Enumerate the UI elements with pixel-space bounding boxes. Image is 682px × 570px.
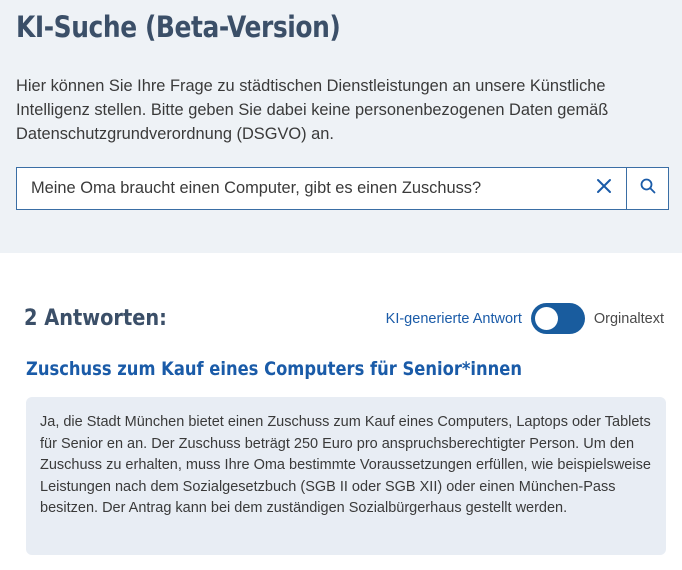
answers-count-heading: 2 Antworten: bbox=[24, 306, 167, 331]
close-icon bbox=[596, 178, 612, 199]
clear-search-button[interactable] bbox=[582, 168, 626, 209]
result-title[interactable]: Zuschuss zum Kauf eines Computers für Se… bbox=[26, 358, 522, 380]
page-title: KI-Suche (Beta-Version) bbox=[16, 10, 341, 44]
answer-mode-toggle-group: KI-generierte Antwort Orginaltext bbox=[386, 303, 664, 334]
toggle-label-ai[interactable]: KI-generierte Antwort bbox=[386, 311, 522, 327]
search-button[interactable] bbox=[626, 168, 668, 209]
intro-text: Hier können Sie Ihre Frage zu städtische… bbox=[16, 77, 609, 143]
result-answer-box: Ja, die Stadt München bietet einen Zusch… bbox=[26, 397, 666, 555]
search-icon bbox=[640, 178, 656, 199]
search-section: KI-Suche (Beta-Version) Hier können Sie … bbox=[0, 0, 682, 253]
search-bar bbox=[16, 167, 669, 210]
search-input[interactable] bbox=[17, 168, 582, 209]
answer-mode-toggle[interactable] bbox=[530, 303, 585, 334]
toggle-knob bbox=[534, 307, 558, 330]
toggle-label-original[interactable]: Orginaltext bbox=[594, 311, 664, 327]
result-answer-text: Ja, die Stadt München bietet einen Zusch… bbox=[40, 414, 651, 517]
